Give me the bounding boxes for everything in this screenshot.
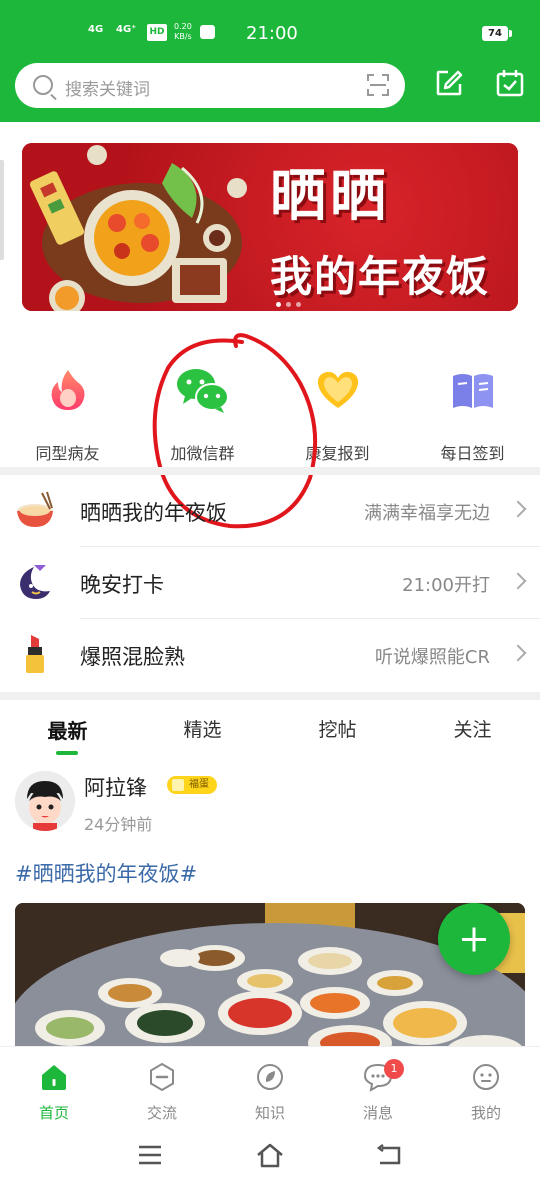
moon-icon <box>20 565 50 599</box>
pagination-dot <box>286 302 291 307</box>
section-divider <box>0 467 540 475</box>
topic-row[interactable]: 爆照混脸熟 听说爆照能CR <box>0 619 540 691</box>
unread-badge: 1 <box>384 1059 404 1079</box>
tab-dig-posts[interactable]: 挖帖 <box>270 715 405 742</box>
topic-title: 晚安打卡 <box>80 573 164 597</box>
section-divider <box>0 692 540 700</box>
tab-following[interactable]: 关注 <box>405 715 540 742</box>
nav-label: 交流 <box>146 1104 177 1122</box>
book-icon <box>452 374 493 408</box>
topic-subtitle: 听说爆照能CR <box>374 647 490 668</box>
avatar[interactable] <box>15 771 75 831</box>
chevron-right-icon <box>509 644 527 662</box>
tab-featured[interactable]: 精选 <box>135 715 270 742</box>
nav-home[interactable]: 首页 <box>0 1047 108 1123</box>
banner-pagination <box>276 292 306 311</box>
search-bar[interactable]: 搜索关键词 <box>15 63 405 108</box>
topic-subtitle: 21:00开打 <box>402 575 490 596</box>
quick-action-label: 同型病友 <box>35 444 100 463</box>
topic-row[interactable]: 晚安打卡 21:00开打 <box>0 547 540 619</box>
tab-latest[interactable]: 最新 <box>0 715 135 744</box>
search-placeholder: 搜索关键词 <box>65 80 150 100</box>
battery-indicator: 74 <box>482 26 512 41</box>
nav-label: 我的 <box>470 1104 501 1122</box>
home-icon <box>42 1065 66 1090</box>
nav-knowledge[interactable]: 知识 <box>216 1047 324 1123</box>
post-hashtag[interactable]: #晒晒我的年夜饭# <box>15 858 197 888</box>
hd-badge: HD <box>147 24 167 41</box>
home-system-icon[interactable] <box>256 1142 284 1168</box>
menu-icon[interactable] <box>138 1144 162 1166</box>
network-speed-value: 0.20 <box>174 22 192 31</box>
signal-4g-plus-label: 4G⁺ <box>116 24 137 35</box>
nav-community[interactable]: 交流 <box>108 1047 216 1123</box>
signal-4g-label: 4G <box>88 24 104 35</box>
checkin-calendar-icon[interactable] <box>495 68 525 98</box>
bowl-icon <box>17 491 53 527</box>
nav-label: 首页 <box>38 1104 69 1122</box>
status-time: 21:00 <box>246 23 298 44</box>
banner-food-illustration <box>29 145 247 311</box>
banner-title: 晒晒 <box>270 164 390 229</box>
nav-label: 知识 <box>254 1104 285 1122</box>
promo-banner[interactable]: 晒晒 我的年夜饭 <box>22 143 518 311</box>
system-nav-bar <box>0 1128 540 1188</box>
search-icon <box>33 75 53 95</box>
back-icon[interactable] <box>376 1144 402 1166</box>
nav-messages[interactable]: 1 消息 <box>324 1047 432 1123</box>
knowledge-icon <box>257 1064 283 1090</box>
quick-action-label: 每日签到 <box>440 444 505 463</box>
scan-icon[interactable] <box>367 74 389 96</box>
create-post-button[interactable] <box>438 903 510 975</box>
feed-tabs: 最新 精选 挖帖 关注 <box>0 705 540 755</box>
chat-icon <box>150 1062 174 1092</box>
quick-action-similar-patients[interactable]: 同型病友 <box>0 362 135 464</box>
user-badge: 福蛋 <box>167 776 217 794</box>
topic-row[interactable]: 晒晒我的年夜饭 满满幸福享无边 <box>0 475 540 547</box>
flame-icon <box>51 370 84 410</box>
heart-icon <box>317 371 358 408</box>
compose-icon[interactable] <box>434 68 464 98</box>
post-author[interactable]: 阿拉锋 <box>84 772 147 802</box>
topic-title: 晒晒我的年夜饭 <box>80 501 227 525</box>
top-bar: 4G 4G⁺ HD 0.20 KB/s 21:00 74 搜索关键词 <box>0 0 540 122</box>
pagination-dot <box>276 302 281 307</box>
active-tab-indicator <box>56 751 78 755</box>
quick-action-daily-checkin[interactable]: 每日签到 <box>405 362 540 464</box>
topic-title: 爆照混脸熟 <box>80 645 185 669</box>
notification-icon <box>200 25 215 39</box>
pagination-dot <box>296 302 301 307</box>
post-time: 24分钟前 <box>84 815 153 834</box>
topic-subtitle: 满满幸福享无边 <box>364 503 490 524</box>
lipstick-icon <box>26 635 44 673</box>
bottom-nav: 首页 交流 知识 1 消息 我的 <box>0 1046 540 1128</box>
network-speed-unit: KB/s <box>174 32 192 41</box>
status-bar: 4G 4G⁺ HD 0.20 KB/s 21:00 74 <box>0 0 540 62</box>
nav-profile[interactable]: 我的 <box>432 1047 540 1123</box>
profile-icon <box>473 1064 499 1090</box>
chevron-right-icon <box>509 572 527 590</box>
chevron-right-icon <box>509 500 527 518</box>
banner-prev-peek <box>0 160 4 260</box>
network-speed: 0.20 KB/s <box>174 22 192 42</box>
nav-label: 消息 <box>362 1104 393 1122</box>
